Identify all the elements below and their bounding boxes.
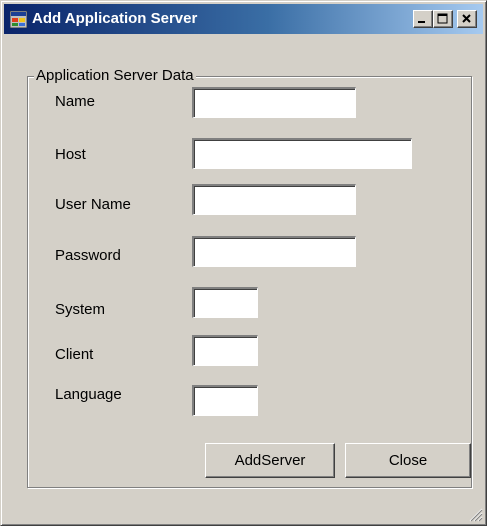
- maximize-button[interactable]: [433, 10, 453, 28]
- language-input[interactable]: [192, 385, 258, 416]
- window-title: Add Application Server: [32, 10, 198, 27]
- close-icon: [462, 14, 471, 23]
- client-input[interactable]: [192, 335, 258, 366]
- password-input[interactable]: [192, 236, 356, 267]
- close-button[interactable]: Close: [345, 443, 471, 478]
- maximize-icon: [437, 13, 448, 24]
- close-window-button[interactable]: [457, 10, 477, 28]
- host-input[interactable]: [192, 138, 412, 169]
- name-label: Name: [55, 93, 96, 110]
- minimize-button[interactable]: [413, 10, 433, 28]
- system-label: System: [55, 301, 106, 318]
- title-bar[interactable]: Add Application Server: [4, 4, 483, 34]
- minimize-icon: [418, 21, 425, 23]
- password-label: Password: [55, 247, 121, 264]
- system-input[interactable]: [192, 287, 258, 318]
- size-grip-icon[interactable]: [467, 506, 483, 522]
- user-name-input[interactable]: [192, 184, 356, 215]
- host-label: Host: [55, 146, 86, 163]
- name-input[interactable]: [192, 87, 356, 118]
- dialog-window: Add Application Server Application Serve…: [0, 0, 487, 526]
- app-window-icon: [10, 11, 27, 28]
- language-label: Language: [55, 386, 122, 403]
- client-label: Client: [55, 346, 94, 363]
- add-server-button[interactable]: AddServer: [205, 443, 335, 478]
- user-name-label: User Name: [55, 196, 131, 213]
- group-caption: Application Server Data: [34, 67, 196, 84]
